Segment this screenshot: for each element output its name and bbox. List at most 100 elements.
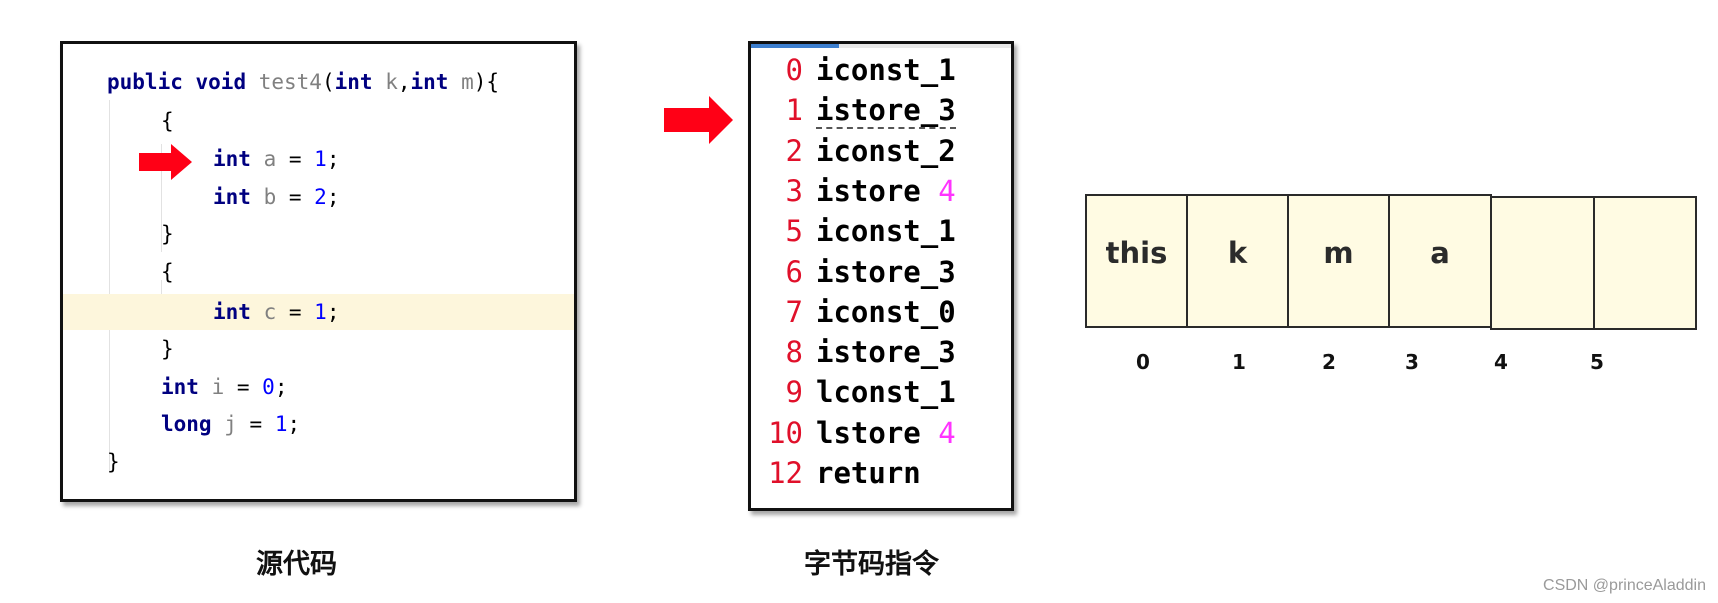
code-token: = (236, 412, 275, 436)
code-token: int (213, 300, 264, 324)
code-token: ; (326, 185, 340, 209)
code-token: c (263, 300, 277, 324)
code-token: { (161, 109, 174, 133)
slot-index-label: 0 (1136, 350, 1150, 374)
code-token: ; (287, 412, 301, 436)
code-token: } (161, 222, 174, 246)
instruction-opcode: iconst_1 (816, 214, 956, 249)
code-token: int (161, 375, 212, 399)
instruction-opcode: iconst_0 (816, 294, 956, 329)
code-token: long (161, 412, 225, 436)
code-line: } (63, 444, 574, 480)
bytecode-instruction: 5 iconst_1 (751, 211, 956, 251)
code-token: 1 (314, 147, 327, 171)
code-line: long j = 1; (63, 406, 574, 442)
code-token: int (213, 185, 264, 209)
current-line-arrow-icon (139, 144, 192, 180)
code-token: int (334, 70, 386, 94)
code-token: int (213, 147, 264, 171)
slot-index-label: 5 (1590, 350, 1604, 374)
code-line: int i = 0; (63, 369, 574, 405)
code-token: = (276, 147, 315, 171)
code-token: j (224, 412, 237, 436)
source-code-panel: public void test4(int k,int m){{int a = … (60, 41, 577, 502)
instruction-opcode: istore_3 (816, 335, 956, 370)
code-token: m (461, 70, 474, 94)
code-token: ; (326, 147, 340, 171)
source-code-caption: 源代码 (256, 549, 337, 580)
code-token: test4 (258, 70, 322, 94)
instruction-offset: 2 (785, 133, 803, 168)
instruction-offset: 7 (785, 294, 803, 329)
instruction-offset: 3 (785, 173, 803, 208)
variable-slot (1490, 196, 1595, 330)
code-token: void (195, 70, 259, 94)
bytecode-caption: 字节码指令 (804, 549, 939, 580)
code-token: 1 (314, 300, 327, 324)
code-line: } (63, 331, 574, 367)
scroll-indicator (751, 44, 1011, 48)
instruction-opcode: istore_3 (816, 93, 956, 130)
code-line: public void test4(int k,int m){ (63, 64, 574, 100)
instruction-opcode: iconst_2 (816, 133, 956, 168)
instruction-offset: 8 (785, 335, 803, 370)
code-token: ; (274, 375, 288, 399)
instruction-opcode: iconst_1 (816, 53, 956, 87)
bytecode-instruction: 3 istore 4 (751, 171, 956, 211)
variable-slot: k (1186, 194, 1289, 328)
code-token: i (211, 375, 225, 399)
code-token: = (276, 185, 315, 209)
slot-index-label: 2 (1322, 350, 1336, 374)
instruction-operand: 4 (920, 415, 956, 450)
bytecode-instruction: 2 iconst_2 (751, 131, 956, 171)
instruction-opcode: return (816, 456, 921, 490)
code-token: 0 (262, 375, 275, 399)
code-token: ){ (473, 70, 500, 94)
slot-index-label: 4 (1494, 350, 1508, 374)
code-token: 1 (274, 412, 288, 436)
code-token: public (107, 70, 196, 94)
instruction-opcode: istore_3 (816, 254, 956, 289)
bytecode-instruction: 9 lconst_1 (751, 372, 956, 412)
bytecode-instruction: 0 iconst_1 (751, 50, 956, 90)
current-instruction-arrow-icon (664, 96, 733, 144)
code-token: = (224, 375, 263, 399)
instruction-offset: 9 (785, 375, 803, 410)
instruction-opcode: lconst_1 (816, 375, 956, 410)
code-token: = (276, 300, 315, 324)
code-token: } (107, 450, 120, 474)
variable-slot (1593, 196, 1697, 330)
code-token: ( (321, 70, 335, 94)
instruction-offset: 1 (785, 93, 803, 128)
code-line: int b = 2; (63, 179, 574, 215)
code-token: , (397, 70, 411, 94)
code-token: } (161, 337, 174, 361)
slot-index-label: 3 (1405, 350, 1419, 374)
instruction-opcode: lstore (816, 415, 921, 450)
code-token: k (385, 70, 398, 94)
bytecode-instruction: 12 return (751, 453, 921, 493)
code-token: { (161, 260, 174, 284)
code-token: 2 (314, 185, 327, 209)
instruction-operand: 4 (920, 173, 956, 208)
variable-slot: this (1085, 194, 1188, 328)
variable-slot: m (1287, 194, 1390, 328)
code-line-highlighted: int c = 1; (63, 294, 574, 330)
variable-slot: a (1388, 194, 1492, 328)
bytecode-instruction: 8 istore_3 (751, 332, 956, 372)
bytecode-instruction: 10 lstore 4 (751, 413, 956, 453)
bytecode-instruction: 1 istore_3 (751, 90, 956, 130)
code-token: a (263, 147, 277, 171)
code-token: ; (326, 300, 340, 324)
bytecode-panel: 0 iconst_1 1 istore_3 2 iconst_2 3 istore 4 5 ico… (748, 41, 1014, 511)
instruction-offset: 5 (785, 214, 803, 249)
instruction-offset: 10 (768, 415, 803, 450)
watermark: CSDN @princeAladdin (1543, 577, 1706, 594)
bytecode-instruction: 7 iconst_0 (751, 292, 956, 332)
slot-index-label: 1 (1232, 350, 1246, 374)
instruction-opcode: istore (816, 173, 921, 208)
code-line: { (63, 254, 574, 290)
instruction-offset: 12 (768, 456, 803, 490)
code-token: int (410, 70, 462, 94)
code-line: } (63, 216, 574, 252)
